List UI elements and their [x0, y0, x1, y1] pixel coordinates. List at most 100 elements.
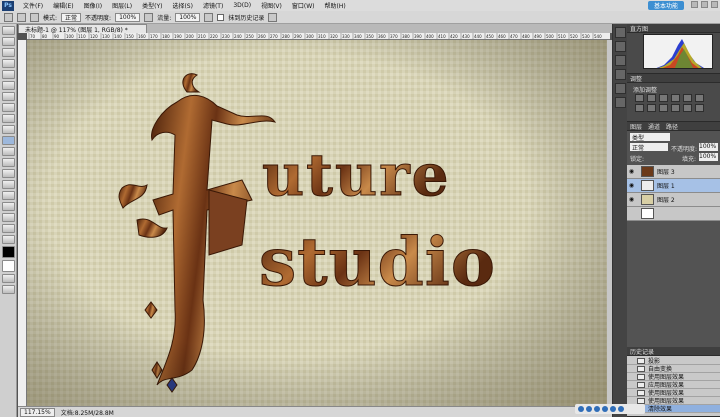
shape-tool-icon[interactable]: [2, 213, 15, 222]
ime-icon[interactable]: [594, 406, 600, 412]
vibrance-icon[interactable]: [683, 94, 692, 102]
screen-mode-icon[interactable]: [2, 285, 15, 294]
background-color-swatch[interactable]: [2, 260, 15, 272]
layer-name[interactable]: 图层 3: [657, 167, 675, 176]
history-brush-tool-icon[interactable]: [2, 125, 15, 134]
menu-filter[interactable]: 滤镜(T): [198, 1, 228, 10]
marquee-tool-icon[interactable]: [2, 37, 15, 46]
workspace-switcher-button[interactable]: 基本功能: [647, 1, 684, 10]
visibility-eye-icon[interactable]: ◉: [627, 165, 636, 179]
color-balance-icon[interactable]: [635, 104, 644, 112]
erase-to-history-checkbox[interactable]: [217, 13, 225, 21]
ime-icon[interactable]: [610, 406, 616, 412]
channel-mixer-icon[interactable]: [671, 104, 680, 112]
pressure-opacity-icon[interactable]: [144, 12, 154, 22]
visibility-eye-icon[interactable]: ◉: [627, 179, 636, 193]
layer-row[interactable]: ◉ 图层 2: [627, 193, 720, 207]
histogram-panel-title[interactable]: 直方图: [627, 24, 720, 33]
blur-tool-icon[interactable]: [2, 158, 15, 167]
healing-brush-tool-icon[interactable]: [2, 92, 15, 101]
paragraph-panel-icon[interactable]: [615, 97, 626, 108]
fill-input[interactable]: 100%: [699, 153, 718, 161]
zoom-tool-icon[interactable]: [2, 235, 15, 244]
curves-icon[interactable]: [659, 94, 668, 102]
tab-layers[interactable]: 图层: [630, 122, 642, 131]
character-panel-icon[interactable]: [615, 83, 626, 94]
dodge-tool-icon[interactable]: [2, 169, 15, 178]
foreground-color-swatch[interactable]: [2, 246, 15, 258]
menu-image[interactable]: 图像(I): [79, 1, 107, 10]
menu-3d[interactable]: 3D(D): [228, 2, 256, 9]
flow-input[interactable]: 100%: [175, 12, 201, 22]
clone-stamp-tool-icon[interactable]: [2, 114, 15, 123]
tab-paths[interactable]: 路径: [666, 122, 678, 131]
brightness-icon[interactable]: [635, 94, 644, 102]
crop-tool-icon[interactable]: [2, 70, 15, 79]
layer-row[interactable]: ◉ 图层 3: [627, 165, 720, 179]
eraser-preset-icon[interactable]: [4, 12, 13, 22]
document-size-info[interactable]: 文档:8.25M/28.8M: [61, 408, 114, 417]
zoom-level-field[interactable]: 117.15%: [20, 407, 55, 417]
visibility-eye-icon[interactable]: [627, 207, 636, 221]
brush-panel-icon[interactable]: [615, 69, 626, 80]
menu-layer[interactable]: 图层(L): [107, 1, 137, 10]
airbrush-icon[interactable]: [204, 12, 214, 22]
blend-mode-select[interactable]: 正常: [630, 143, 668, 152]
layer-row[interactable]: ◉ 图层 1: [627, 179, 720, 193]
ime-icon[interactable]: [586, 406, 592, 412]
gradient-tool-icon[interactable]: [2, 147, 15, 156]
history-panel-icon[interactable]: [615, 27, 626, 38]
black-white-icon[interactable]: [647, 104, 656, 112]
properties-panel-icon[interactable]: [615, 41, 626, 52]
info-panel-icon[interactable]: [615, 55, 626, 66]
hue-saturation-icon[interactable]: [695, 94, 704, 102]
color-lookup-icon[interactable]: [683, 104, 692, 112]
path-select-tool-icon[interactable]: [2, 202, 15, 211]
close-icon[interactable]: [711, 1, 718, 8]
ime-icon[interactable]: [602, 406, 608, 412]
invert-icon[interactable]: [695, 104, 704, 112]
maximize-icon[interactable]: [701, 1, 708, 8]
adjustments-panel-title[interactable]: 调整: [627, 74, 720, 83]
lasso-tool-icon[interactable]: [2, 48, 15, 57]
layer-filter-select[interactable]: 类型: [630, 133, 670, 142]
horizontal-ruler[interactable]: 70 80 90 100 110 120 130 140 150 160 170 180 190 200 2…: [27, 33, 610, 40]
hand-tool-icon[interactable]: [2, 224, 15, 233]
photo-filter-icon[interactable]: [659, 104, 668, 112]
document-tab[interactable]: 未标题-1 @ 117% (图层 1, RGB/8) *: [18, 24, 147, 34]
opacity-input[interactable]: 100%: [115, 12, 141, 22]
pressure-size-icon[interactable]: [268, 12, 278, 22]
minimize-icon[interactable]: [691, 1, 698, 8]
ime-icon[interactable]: [578, 406, 584, 412]
menu-help[interactable]: 帮助(H): [320, 1, 351, 10]
menu-select[interactable]: 选择(S): [167, 1, 198, 10]
layer-name[interactable]: 图层 1: [657, 181, 675, 190]
layer-name[interactable]: 图层 2: [657, 195, 675, 204]
menu-view[interactable]: 视图(V): [256, 1, 287, 10]
type-tool-icon[interactable]: [2, 191, 15, 200]
menu-file[interactable]: 文件(F): [18, 1, 48, 10]
menu-window[interactable]: 窗口(W): [287, 1, 320, 10]
brush-panel-icon[interactable]: [30, 12, 39, 22]
mode-select[interactable]: 正常: [61, 12, 82, 22]
tab-channels[interactable]: 通道: [648, 122, 660, 131]
quick-select-tool-icon[interactable]: [2, 59, 15, 68]
ime-icon[interactable]: [618, 406, 624, 412]
move-tool-icon[interactable]: [2, 26, 15, 35]
layer-row[interactable]: [627, 207, 720, 221]
quick-mask-icon[interactable]: [2, 274, 15, 283]
brush-size-icon[interactable]: [17, 12, 26, 22]
document-canvas[interactable]: uture studio: [27, 40, 607, 406]
visibility-eye-icon[interactable]: ◉: [627, 193, 636, 207]
brush-tool-icon[interactable]: [2, 103, 15, 112]
menu-edit[interactable]: 编辑(E): [48, 1, 78, 10]
history-item[interactable]: 投影: [627, 357, 720, 365]
menu-type[interactable]: 类型(Y): [137, 1, 167, 10]
vertical-ruler[interactable]: [18, 40, 27, 406]
exposure-icon[interactable]: [671, 94, 680, 102]
layer-opacity-input[interactable]: 100%: [699, 143, 718, 151]
eraser-tool-icon[interactable]: [2, 136, 15, 145]
history-panel-title[interactable]: 历史记录: [627, 347, 720, 356]
pen-tool-icon[interactable]: [2, 180, 15, 189]
eyedropper-tool-icon[interactable]: [2, 81, 15, 90]
